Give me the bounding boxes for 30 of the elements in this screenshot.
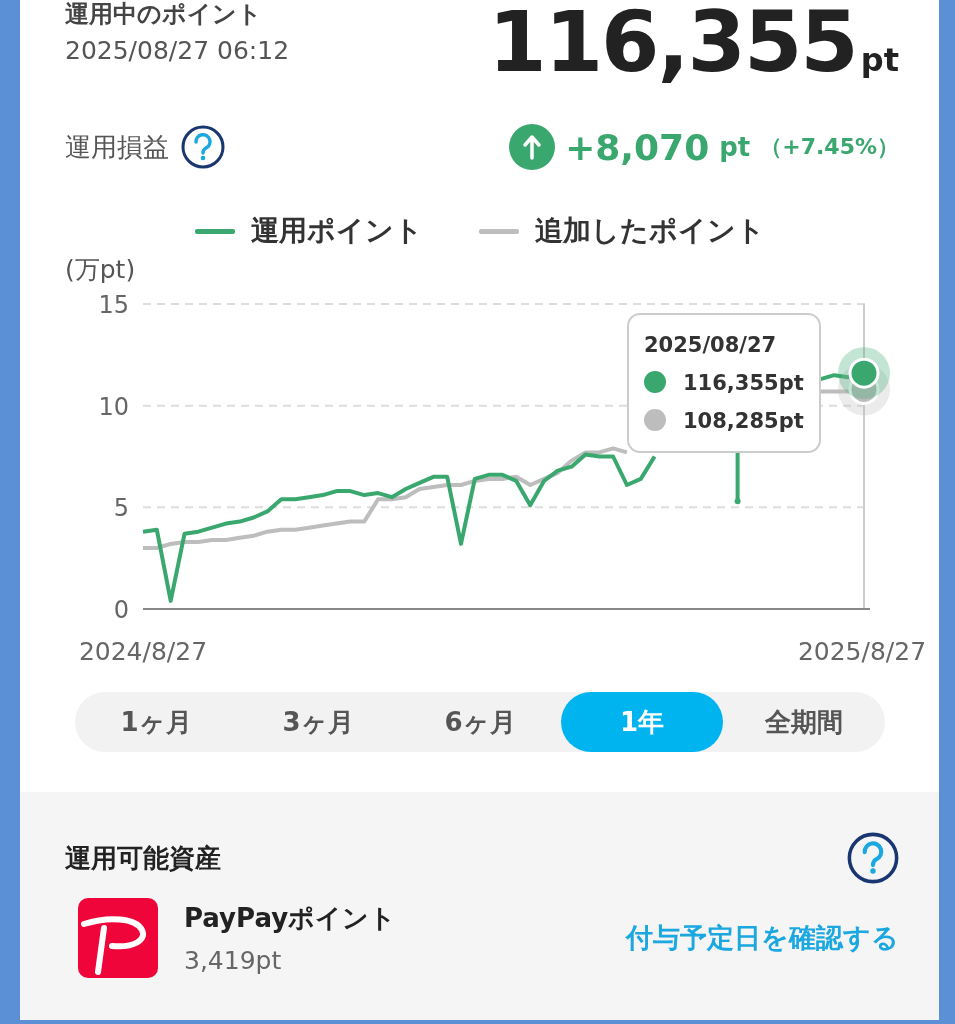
assets-title: 運用可能資産 <box>65 841 221 875</box>
legend-label: 追加したポイント <box>534 213 765 249</box>
asset-name: PayPayポイント <box>184 902 398 935</box>
section-title: 運用中のポイント <box>65 0 263 28</box>
x-tick-label: 2025/8/27 <box>797 637 927 666</box>
period-tab[interactable]: 6ヶ月 <box>399 692 561 752</box>
asset-amount: 3,419pt <box>184 946 283 975</box>
help-icon[interactable] <box>847 832 899 884</box>
y-axis-label: (万pt) <box>65 255 136 284</box>
period-tab[interactable]: 1ヶ月 <box>75 692 237 752</box>
help-icon[interactable] <box>181 125 225 169</box>
period-tab[interactable]: 3ヶ月 <box>237 692 399 752</box>
x-tick-label: 2024/8/27 <box>78 637 208 666</box>
total-points: 116,355 <box>488 0 857 84</box>
profit-percent: （+7.45%） <box>760 133 899 161</box>
profit-unit: pt <box>719 132 751 162</box>
y-tick-label: 5 <box>113 494 129 523</box>
legend-label: 運用ポイント <box>250 213 423 249</box>
app-logo-icon <box>78 898 158 978</box>
tooltip-date: 2025/08/27 <box>644 333 777 357</box>
y-tick-label: 0 <box>113 596 129 624</box>
tooltip-value: 116,355pt <box>683 371 804 395</box>
profit-label: 運用損益 <box>65 130 169 164</box>
tooltip-value: 108,285pt <box>683 409 804 433</box>
profit-value: +8,070 <box>565 126 710 168</box>
timestamp: 2025/08/27 06:12 <box>65 36 290 65</box>
y-tick-label: 15 <box>98 291 129 319</box>
period-tab[interactable]: 全期間 <box>723 692 885 752</box>
points-unit: pt <box>860 44 899 76</box>
y-tick-label: 10 <box>98 392 129 421</box>
